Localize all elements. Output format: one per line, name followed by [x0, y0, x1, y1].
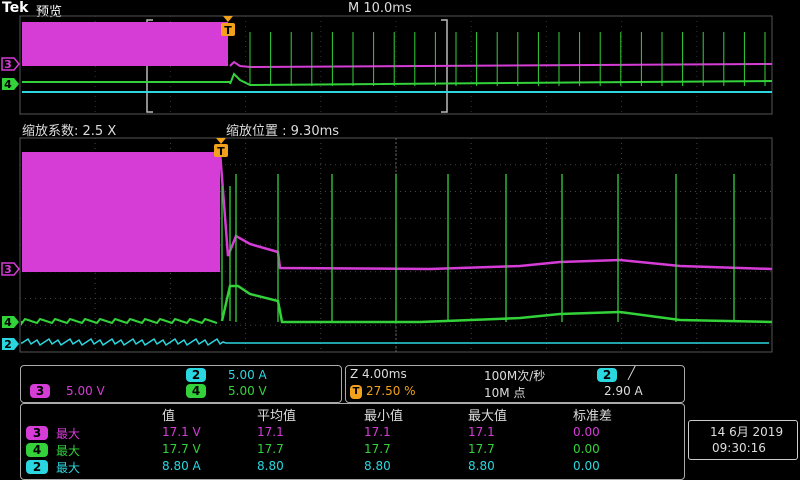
meas-std: 0.00: [573, 459, 600, 473]
meas-ch3-tag: 3: [26, 426, 48, 440]
trigger-position: 27.50 %: [366, 384, 416, 398]
zoom-ch2-marker[interactable]: 2: [2, 338, 19, 351]
meas-value: 17.7 V: [162, 442, 201, 456]
sample-rate: 100M次/秒: [484, 369, 546, 383]
ch4-settings-tag[interactable]: 4: [186, 384, 206, 398]
record-length: 10M 点: [484, 386, 526, 400]
meas-type: 最大: [56, 427, 81, 441]
meas-ch2-tag: 2: [26, 460, 48, 474]
meas-type: 最大: [56, 461, 81, 475]
time-display: 09:30:16: [712, 441, 766, 455]
meas-max: 17.1: [468, 425, 495, 439]
zoom-ch4-marker[interactable]: 4: [2, 316, 19, 329]
overview-ch4-marker[interactable]: 4: [2, 78, 19, 91]
zoom-time-scale: Z 4.00ms: [350, 367, 407, 381]
meas-type: 最大: [56, 444, 81, 458]
trigger-position-icon: T: [350, 385, 362, 399]
meas-min: 17.1: [364, 425, 391, 439]
svg-text:2: 2: [4, 338, 12, 351]
meas-min: 17.7: [364, 442, 391, 456]
meas-max: 17.7: [468, 442, 495, 456]
ch4-scale: 5.00 V: [228, 384, 267, 398]
col-std: 标准差: [573, 409, 613, 424]
ch2-settings-tag[interactable]: 2: [186, 368, 206, 382]
svg-text:3: 3: [4, 263, 12, 276]
meas-ch4-tag: 4: [26, 443, 48, 457]
overview-ch3-marker[interactable]: 3: [1, 57, 20, 71]
col-mean: 平均值: [257, 409, 297, 424]
svg-text:T: T: [224, 24, 232, 37]
meas-value: 8.80 A: [162, 459, 201, 473]
col-min: 最小值: [364, 409, 404, 424]
meas-std: 0.00: [573, 442, 600, 456]
ch3-settings-tag[interactable]: 3: [30, 384, 50, 398]
meas-min: 8.80: [364, 459, 391, 473]
zoom-trigger-marker[interactable]: T: [214, 138, 228, 158]
svg-text:T: T: [217, 145, 225, 158]
zoom-waveform[interactable]: T 3 4 2: [0, 136, 780, 354]
zoom-ch3-marker[interactable]: 3: [1, 262, 20, 276]
svg-text:4: 4: [4, 316, 12, 329]
ch2-scale: 5.00 A: [228, 368, 267, 382]
ch3-zoom-burst: [22, 152, 220, 272]
overview-trigger-marker[interactable]: T: [221, 16, 235, 37]
ch3-overview-burst: [22, 22, 228, 66]
date-display: 14 6月 2019: [710, 425, 784, 439]
meas-value: 17.1 V: [162, 425, 201, 439]
trigger-source-tag[interactable]: 2: [597, 368, 617, 382]
svg-text:3: 3: [4, 58, 12, 71]
meas-mean: 8.80: [257, 459, 284, 473]
meas-mean: 17.1: [257, 425, 284, 439]
meas-std: 0.00: [573, 425, 600, 439]
svg-text:4: 4: [4, 78, 12, 91]
col-value: 值: [162, 409, 176, 424]
overview-waveform[interactable]: T 3 4: [0, 14, 780, 116]
col-max: 最大值: [468, 409, 508, 424]
meas-mean: 17.7: [257, 442, 284, 456]
meas-max: 8.80: [468, 459, 495, 473]
ch3-scale: 5.00 V: [66, 384, 105, 398]
trigger-slope-icon: ╱: [628, 366, 636, 380]
trigger-level: 2.90 A: [604, 384, 643, 398]
